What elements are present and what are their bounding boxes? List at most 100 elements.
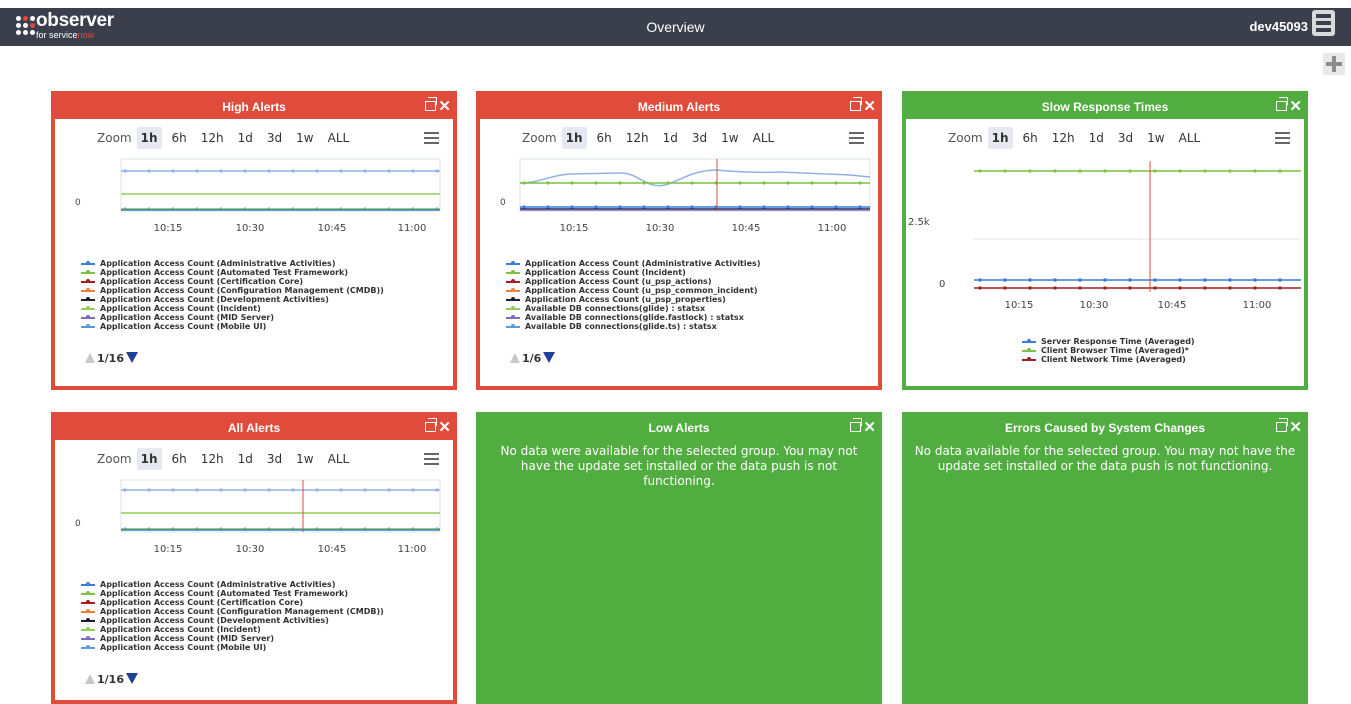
zoom-3d-button[interactable]: 3d [1114, 127, 1137, 149]
legend-item[interactable]: Application Access Count (u_psp_common_i… [506, 286, 760, 295]
series-point [1078, 169, 1082, 173]
legend-item[interactable]: Application Access Count (Administrative… [81, 259, 384, 268]
pager-down-icon[interactable] [125, 352, 138, 363]
add-widget-button[interactable] [1323, 53, 1345, 75]
chart-plot: 0 10:15 10:30 10:45 11:00 [500, 158, 871, 234]
chart-menu-icon[interactable] [1275, 132, 1290, 144]
legend-pager: 1/16 [85, 673, 138, 686]
zoom-all-button[interactable]: ALL [749, 127, 779, 149]
legend-item[interactable]: Application Access Count (u_psp_actions) [506, 277, 760, 286]
zoom-all-button[interactable]: ALL [324, 448, 354, 470]
legend-item[interactable]: Application Access Count (Incident) [506, 268, 760, 277]
series-point [1278, 169, 1282, 173]
legend-swatch-icon [506, 279, 520, 283]
zoom-1d-button[interactable]: 1d [659, 127, 682, 149]
legend-swatch-icon [81, 645, 95, 649]
pager-up-icon[interactable] [85, 353, 95, 363]
no-data-message: No data were available for the selected … [500, 444, 858, 488]
legend-item[interactable]: Available DB connections(glide.fastlock)… [506, 313, 760, 322]
zoom-3d-button[interactable]: 3d [688, 127, 711, 149]
pager-up-icon[interactable] [510, 353, 520, 363]
legend-item[interactable]: Available DB connections(glide.ts) : sta… [506, 322, 760, 331]
legend-item[interactable]: Server Response Time (Averaged) [1022, 337, 1195, 346]
plot-frame [120, 158, 441, 212]
legend-item[interactable]: Application Access Count (Automated Test… [81, 268, 384, 277]
legend-swatch-icon [81, 261, 95, 265]
series-point [1103, 278, 1107, 282]
legend-item[interactable]: Application Access Count (Development Ac… [81, 616, 384, 625]
pager-up-icon[interactable] [85, 674, 95, 684]
legend-item[interactable]: Application Access Count (Mobile UI) [81, 322, 384, 331]
series-point [411, 488, 415, 492]
pager-down-icon[interactable] [543, 352, 556, 363]
legend-item[interactable]: Application Access Count (Certification … [81, 277, 384, 286]
zoom-6h-button[interactable]: 6h [1019, 127, 1042, 149]
zoom-6h-button[interactable]: 6h [168, 448, 191, 470]
series-point [243, 488, 247, 492]
popout-icon[interactable] [425, 418, 438, 432]
legend-item[interactable]: Application Access Count (Administrative… [506, 259, 760, 268]
legend-item[interactable]: Available DB connections(glide) : statsx [506, 304, 760, 313]
legend-item[interactable]: Application Access Count (Development Ac… [81, 295, 384, 304]
close-icon[interactable]: ✕ [438, 420, 451, 435]
pager-down-icon[interactable] [125, 673, 138, 684]
popout-icon[interactable] [1276, 418, 1289, 432]
popout-icon[interactable] [850, 97, 863, 111]
legend-item[interactable]: Application Access Count (Configuration … [81, 607, 384, 616]
x-tick-label: 10:45 [1158, 300, 1187, 311]
zoom-bar: Zoom 1h 6h 12h 1d 3d 1w ALL [93, 127, 359, 151]
series-point [147, 488, 151, 492]
legend-item[interactable]: Application Access Count (Incident) [81, 625, 384, 634]
legend-item[interactable]: Application Access Count (MID Server) [81, 634, 384, 643]
zoom-1w-button[interactable]: 1w [717, 127, 742, 149]
user-name[interactable]: dev45093 [1249, 19, 1308, 34]
legend-item[interactable]: Application Access Count (Administrative… [81, 580, 384, 589]
zoom-1d-button[interactable]: 1d [234, 448, 257, 470]
close-icon[interactable]: ✕ [1289, 99, 1302, 114]
zoom-1w-button[interactable]: 1w [1143, 127, 1168, 149]
legend-item[interactable]: Client Browser Time (Averaged)* [1022, 346, 1195, 355]
close-icon[interactable]: ✕ [1289, 420, 1302, 435]
popout-icon[interactable] [850, 418, 863, 432]
legend-item[interactable]: Application Access Count (Configuration … [81, 286, 384, 295]
chart-menu-icon[interactable] [424, 453, 439, 465]
chart-menu-icon[interactable] [849, 132, 864, 144]
popout-icon[interactable] [425, 97, 438, 111]
close-icon[interactable]: ✕ [863, 99, 876, 114]
main-menu-button[interactable] [1312, 10, 1335, 36]
chart-legend: Server Response Time (Averaged) Client Br… [1022, 337, 1195, 364]
legend-item[interactable]: Application Access Count (u_psp_properti… [506, 295, 760, 304]
legend-item[interactable]: Application Access Count (Certification … [81, 598, 384, 607]
legend-item[interactable]: Application Access Count (Mobile UI) [81, 643, 384, 652]
zoom-1d-button[interactable]: 1d [234, 127, 257, 149]
popout-icon[interactable] [1276, 97, 1289, 111]
zoom-1h-button[interactable]: 1h [136, 127, 162, 149]
x-tick-label: 10:30 [236, 223, 265, 234]
chart-menu-icon[interactable] [424, 132, 439, 144]
zoom-all-button[interactable]: ALL [324, 127, 354, 149]
y-tick-label: 0 [75, 519, 81, 529]
zoom-1h-button[interactable]: 1h [561, 127, 587, 149]
zoom-6h-button[interactable]: 6h [593, 127, 616, 149]
zoom-1h-button[interactable]: 1h [136, 448, 162, 470]
legend-item[interactable]: Client Network Time (Averaged) [1022, 355, 1195, 364]
zoom-3d-button[interactable]: 3d [263, 127, 286, 149]
zoom-1h-button[interactable]: 1h [987, 127, 1013, 149]
legend-item[interactable]: Application Access Count (MID Server) [81, 313, 384, 322]
zoom-1d-button[interactable]: 1d [1085, 127, 1108, 149]
close-icon[interactable]: ✕ [863, 420, 876, 435]
zoom-12h-button[interactable]: 12h [1048, 127, 1079, 149]
zoom-1w-button[interactable]: 1w [292, 448, 317, 470]
zoom-12h-button[interactable]: 12h [197, 448, 228, 470]
zoom-1w-button[interactable]: 1w [292, 127, 317, 149]
zoom-12h-button[interactable]: 12h [622, 127, 653, 149]
zoom-3d-button[interactable]: 3d [263, 448, 286, 470]
legend-item[interactable]: Application Access Count (Automated Test… [81, 589, 384, 598]
series-point [1153, 169, 1157, 173]
close-icon[interactable]: ✕ [438, 99, 451, 114]
zoom-all-button[interactable]: ALL [1175, 127, 1205, 149]
legend-item[interactable]: Application Access Count (Incident) [81, 304, 384, 313]
zoom-6h-button[interactable]: 6h [168, 127, 191, 149]
zoom-12h-button[interactable]: 12h [197, 127, 228, 149]
series-point [618, 181, 622, 185]
